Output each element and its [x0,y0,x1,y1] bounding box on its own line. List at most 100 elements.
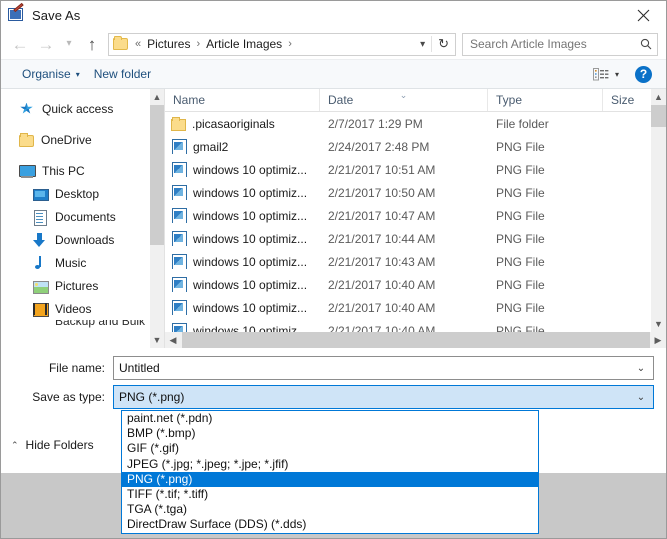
file-list-vertical-scrollbar[interactable]: ▲ ▼ [651,89,666,332]
chevron-up-icon: ⌃ [11,439,19,450]
column-header-date[interactable]: ⌄ Date [320,89,488,111]
new-folder-label: New folder [93,67,152,81]
music-icon [32,255,48,271]
file-list-scroll-thumb[interactable] [651,105,666,127]
sidebar-item-this-pc[interactable]: This PC [1,159,149,182]
table-row[interactable]: windows 10 optimiz... 2/21/2017 10:40 AM… [165,273,666,296]
sidebar-scrollbar[interactable]: ▲ ▼ [149,89,164,348]
recent-locations-icon[interactable]: ▾ [59,32,79,56]
table-row[interactable]: windows 10 optimiz... 2/21/2017 10:40 AM… [165,296,666,319]
chevron-down-icon[interactable]: ▾ [416,39,431,50]
dropdown-option-paintnet[interactable]: paint.net (*.pdn) [122,411,538,426]
breadcrumb-item-pictures[interactable]: Pictures [144,35,193,53]
save-as-type-dropdown[interactable]: paint.net (*.pdn) BMP (*.bmp) GIF (*.gif… [121,410,539,534]
dropdown-option-dds[interactable]: DirectDraw Surface (DDS) (*.dds) [122,517,538,532]
chevron-down-icon[interactable]: ⌄ [631,363,651,374]
folder-icon [171,116,186,131]
column-header-name[interactable]: Name [165,89,320,111]
forward-arrow-icon[interactable]: → [33,32,59,56]
png-file-icon [171,139,187,154]
file-list-pane: Name ⌄ Date Type Size .picasaoriginals 2… [164,89,666,348]
dropdown-option-jpeg[interactable]: JPEG (*.jpg; *.jpeg; *.jpe; *.jfif) [122,457,538,472]
dropdown-option-bmp[interactable]: BMP (*.bmp) [122,426,538,441]
dropdown-option-tiff[interactable]: TIFF (*.tif; *.tiff) [122,487,538,502]
dropdown-option-png[interactable]: PNG (*.png) [122,471,538,487]
sidebar-item-onedrive[interactable]: OneDrive [1,128,149,151]
hide-folders-button[interactable]: ⌃ Hide Folders [11,438,94,452]
view-options-button[interactable]: ▾ [589,65,623,84]
scroll-down-icon[interactable]: ▼ [651,316,666,332]
organise-button[interactable]: Organise ▾ [15,64,87,84]
navigation-bar: ← → ▾ ↑ « Pictures › Article Images › ▾ … [1,29,666,59]
dropdown-option-gif[interactable]: GIF (*.gif) [122,441,538,456]
cell-type: PNG File [496,162,545,177]
sidebar-item-documents[interactable]: Documents [1,205,149,228]
cell-name: windows 10 optimiz... [165,277,320,292]
dialog-body: Quick access OneDrive This PC Desktop Do… [1,89,666,348]
cell-name: windows 10 optimiz... [165,162,320,177]
table-row[interactable]: .picasaoriginals 2/7/2017 1:29 PM File f… [165,112,666,135]
back-arrow-icon[interactable]: ← [7,32,33,56]
close-icon[interactable] [621,1,666,29]
sidebar-item-downloads[interactable]: Downloads [1,228,149,251]
navigation-pane: Quick access OneDrive This PC Desktop Do… [1,89,149,348]
png-file-icon [171,185,187,200]
chevron-down-icon[interactable]: ⌄ [631,392,651,403]
scroll-up-icon[interactable]: ▲ [651,89,666,105]
cell-name: windows 10 optimiz... [165,254,320,269]
breadcrumb-overflow[interactable]: « [132,38,144,50]
scroll-up-icon[interactable]: ▲ [150,89,164,105]
close-glyph [637,9,650,21]
new-folder-button[interactable]: New folder [87,64,158,84]
table-row[interactable]: windows 10 optimiz... 2/21/2017 10:47 AM… [165,204,666,227]
file-name: .picasaoriginals [192,116,275,131]
table-row[interactable]: windows 10 optimiz... 2/21/2017 10:51 AM… [165,158,666,181]
column-header-type[interactable]: Type [488,89,603,111]
command-toolbar: Organise ▾ New folder ▾ ? [1,59,666,89]
sidebar-item-quick-access[interactable]: Quick access [1,97,149,120]
help-icon[interactable]: ? [635,65,652,83]
save-as-type-value: PNG (*.png) [119,390,185,404]
png-file-icon [171,162,187,177]
table-row[interactable]: gmail2 2/24/2017 2:48 PM PNG File 4 [165,135,666,158]
sidebar-item-drive[interactable]: Backup and Bulk (C:) [1,320,149,332]
sidebar-item-videos[interactable]: Videos [1,297,149,320]
scroll-down-icon[interactable]: ▼ [150,332,164,348]
sidebar-item-pictures[interactable]: Pictures [1,274,149,297]
title-bar: Save As [1,1,666,29]
cell-type: PNG File [496,300,545,315]
dropdown-option-tga[interactable]: TGA (*.tga) [122,502,538,517]
search-box[interactable] [462,32,658,56]
sidebar-scroll-thumb[interactable] [150,105,164,245]
sidebar-item-label: Downloads [55,232,115,247]
save-as-type-combobox[interactable]: PNG (*.png) ⌄ [113,385,654,409]
hscroll-thumb[interactable] [182,332,650,348]
sidebar-item-desktop[interactable]: Desktop [1,182,149,205]
file-name-input[interactable]: Untitled ⌄ [113,356,654,380]
cell-type: PNG File [496,139,545,154]
address-bar[interactable]: « Pictures › Article Images › ▾ ↻ [108,32,456,56]
sidebar-item-music[interactable]: Music [1,251,149,274]
downloads-icon [32,232,48,248]
sidebar-item-label: Pictures [55,278,99,293]
column-label: Name [173,93,206,107]
refresh-icon[interactable]: ↻ [431,36,453,52]
up-arrow-icon[interactable]: ↑ [79,32,105,56]
search-input[interactable] [468,36,640,52]
scroll-left-icon[interactable]: ◀ [165,332,181,348]
sidebar-item-label: Music [55,255,87,270]
cell-date: 2/21/2017 10:40 AM [328,300,436,315]
breadcrumb-separator-end[interactable]: › [285,38,295,50]
cell-name: gmail2 [165,139,320,154]
table-row[interactable]: windows 10 optimiz... 2/21/2017 10:43 AM… [165,250,666,273]
cell-date: 2/21/2017 10:43 AM [328,254,436,269]
file-name: windows 10 optimiz... [193,300,308,315]
quick-access-icon [19,101,35,117]
breadcrumb-item-article-images[interactable]: Article Images [203,35,285,53]
scroll-right-icon[interactable]: ▶ [650,332,666,348]
table-row[interactable]: windows 10 optimiz... 2/21/2017 10:44 AM… [165,227,666,250]
table-row[interactable]: windows 10 optimiz... 2/21/2017 10:50 AM… [165,181,666,204]
file-list-horizontal-scrollbar[interactable]: ◀ ▶ [165,332,666,348]
cell-date: 2/21/2017 10:44 AM [328,231,436,246]
sidebar-item-label: Documents [55,209,116,224]
